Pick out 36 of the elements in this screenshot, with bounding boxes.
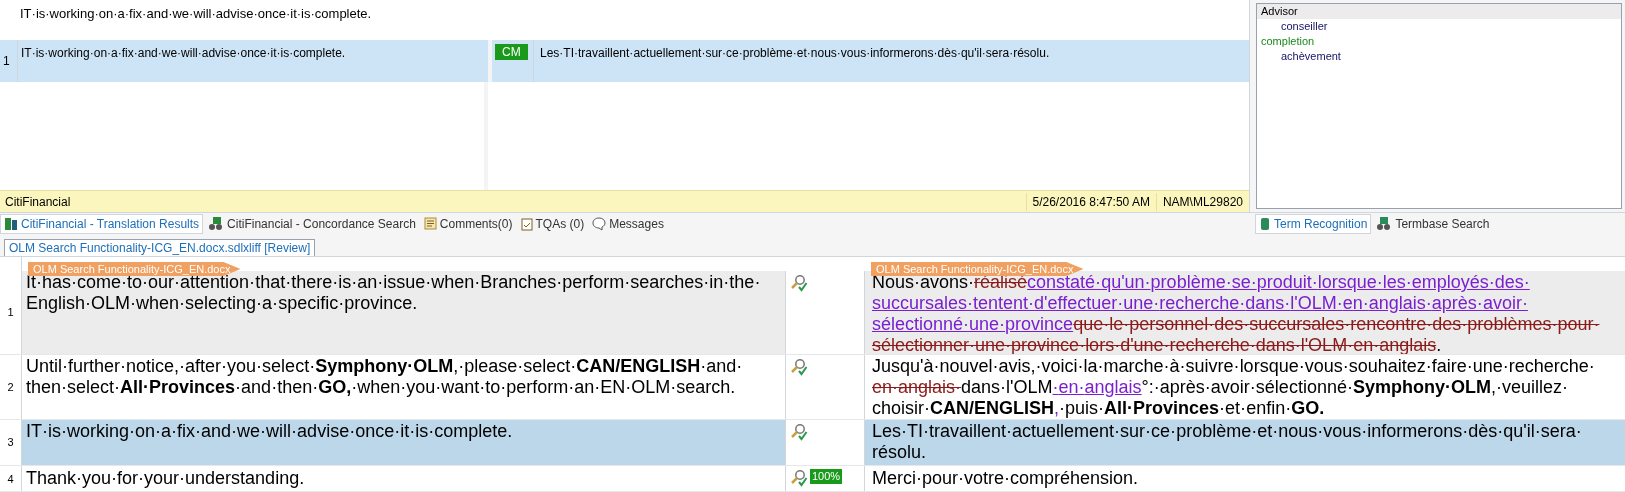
file-tag: OLM Search Functionality-ICG_EN.docx: [871, 262, 1084, 276]
magnifier-check-icon: [790, 423, 808, 441]
term-entry[interactable]: Advisor: [1257, 4, 1621, 19]
file-tag: OLM Search Functionality-ICG_EN.docx: [28, 262, 241, 276]
binoculars-icon: [1376, 216, 1393, 231]
note-icon: [423, 217, 437, 230]
panel-tab[interactable]: CitiFinancial - Translation Results: [0, 213, 204, 234]
target-segment[interactable]: Les·TI·travaillent·actuellement·sur·ce·problème·et·nous·vous·informerons·dès·qu'il·sera·résolu.: [865, 420, 1625, 465]
memory-name: CitiFinancial: [4, 193, 72, 211]
match-badge: 100%: [810, 469, 843, 484]
panel-tab[interactable]: Termbase Search: [1373, 213, 1493, 234]
term-entry[interactable]: completion: [1257, 34, 1621, 49]
active-source-text: IT·is·working·on·a·fix·and·we·will·advise·once·it·is·complete.: [19, 5, 373, 23]
row-number: 1: [0, 40, 18, 82]
clipboard-check-icon: [520, 216, 533, 231]
cylinder-icon: [1259, 216, 1271, 231]
source-segment[interactable]: IT·is·working·on·a·fix·and·we·will·advise·once·it·is·complete.: [22, 420, 785, 465]
panel-tab[interactable]: Term Recognition: [1255, 213, 1372, 234]
document-tab[interactable]: OLM Search Functionality-ICG_EN.docx.sdlxliff [Review]: [4, 239, 316, 256]
database-icon: [4, 216, 18, 231]
term-translation: conseiller: [1280, 19, 1329, 34]
date-text: 5/26/2016 8:47:50 AM: [1025, 192, 1156, 211]
magnifier-check-icon: [790, 469, 808, 487]
binoculars-icon: [208, 216, 225, 231]
source-text: IT·is·working·on·a·fix·and·we·will·advise·once·it·is·complete.: [18, 40, 488, 82]
panel-tab[interactable]: TQAs (0): [517, 213, 588, 234]
target-text: Les·TI·travaillent·actuellement·sur·ce·problème·et·nous·vous·informerons·dès·qu'il·sera·résolu.: [534, 40, 1249, 82]
panel-tab[interactable]: Messages: [589, 213, 667, 234]
magnifier-check-icon: [790, 274, 808, 292]
speech-bubble-icon: [592, 216, 607, 231]
magnifier-check-icon: [790, 358, 808, 376]
user-text: NAM\ML29820: [1155, 192, 1249, 211]
panel-tab[interactable]: CitiFinancial - Concordance Search: [205, 213, 419, 234]
match-badge: CM: [495, 44, 528, 60]
term-translation: achèvement: [1280, 49, 1342, 64]
panel-tab[interactable]: Comments(0): [420, 213, 516, 234]
